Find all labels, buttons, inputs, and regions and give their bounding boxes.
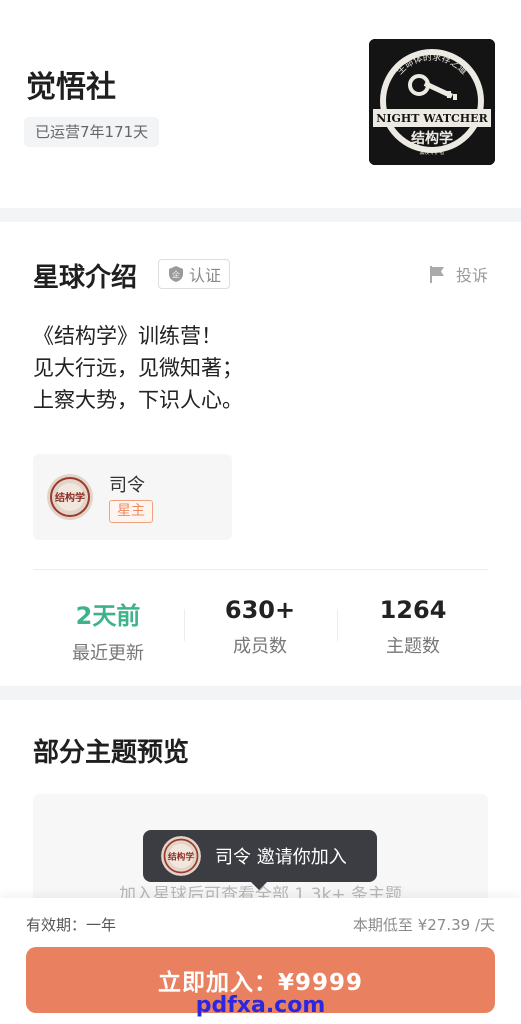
page: 觉悟社 已运营7年171天 生命体的求存之道 NIGHT WATCHER 结构学… (0, 0, 521, 1024)
owner-seal-icon: 结构学 (161, 836, 201, 876)
cert-label: 认证 (188, 266, 221, 285)
stat-value: 630+ (224, 596, 296, 624)
stat-value: 2天前 (75, 602, 141, 630)
invite-text: 司令 邀请你加入 (215, 847, 347, 868)
bottom-bar: 有效期：一年 本期低至 ¥27.39 /天 立即加入：¥9999 pdfxa.c… (0, 898, 521, 1024)
svg-text:结构学: 结构学 (167, 850, 194, 862)
svg-text:NIGHT WATCHER: NIGHT WATCHER (376, 112, 488, 125)
stat-members: 630+ 成员数 (185, 596, 335, 658)
stat-last-update: 2天前 最近更新 (33, 596, 183, 665)
description-line: 上察大势，下识人心。 (33, 388, 243, 412)
svg-text:企: 企 (172, 270, 180, 280)
cert-badge[interactable]: 企 认证 (158, 259, 230, 289)
svg-text:结构学: 结构学 (411, 130, 453, 147)
owner-name: 司令 (109, 475, 145, 496)
tooltip-arrow (251, 882, 267, 890)
group-logo[interactable]: 生命体的求存之道 NIGHT WATCHER 结构学 黑夜守护者 (369, 39, 495, 165)
avatar: 结构学 (47, 474, 93, 520)
stat-label: 最近更新 (72, 643, 144, 664)
preview-title: 部分主题预览 (33, 738, 190, 768)
lowest-price-text: 本期低至 ¥27.39 /天 (352, 916, 495, 934)
invite-tooltip: 结构学 司令 邀请你加入 (143, 830, 377, 890)
shield-icon: 企 (168, 266, 183, 282)
group-header: 觉悟社 已运营7年171天 生命体的求存之道 NIGHT WATCHER 结构学… (0, 0, 521, 208)
report-label: 投诉 (456, 266, 489, 285)
section-gap (0, 686, 521, 700)
stat-label: 成员数 (233, 636, 287, 657)
intro-description: 《结构学》训练营！ 见大行远，见微知著； 上察大势，下识人心。 (33, 320, 243, 416)
svg-text:结构学: 结构学 (55, 491, 85, 504)
stat-label: 主题数 (386, 636, 440, 657)
intro-card: 星球介绍 企 认证 投诉 《结构学》训练营！ 见大行远，见微知著； 上察大势，下… (0, 222, 521, 686)
group-name: 觉悟社 (26, 70, 116, 105)
section-gap (0, 208, 521, 222)
description-line: 见大行远，见微知著； (33, 356, 243, 380)
stat-value: 1264 (379, 596, 447, 624)
description-line: 《结构学》训练营！ (33, 324, 222, 348)
operating-badge: 已运营7年171天 (24, 117, 160, 147)
owner-role-badge: 星主 (109, 500, 153, 523)
report-button[interactable]: 投诉 (428, 262, 488, 286)
avatar: 结构学 (161, 836, 201, 876)
flag-icon (430, 266, 444, 283)
stat-topics: 1264 主题数 (338, 596, 488, 658)
watermark: pdfxa.com (195, 993, 326, 1018)
svg-text:黑夜守护者: 黑夜守护者 (419, 149, 444, 156)
night-watcher-logo-icon: 生命体的求存之道 NIGHT WATCHER 结构学 黑夜守护者 (369, 39, 495, 165)
divider (33, 569, 488, 570)
validity-text: 有效期：一年 (26, 916, 117, 934)
owner-card[interactable]: 结构学 司令 星主 (33, 454, 232, 540)
intro-title: 星球介绍 (33, 263, 138, 293)
owner-seal-icon: 结构学 (47, 474, 93, 520)
